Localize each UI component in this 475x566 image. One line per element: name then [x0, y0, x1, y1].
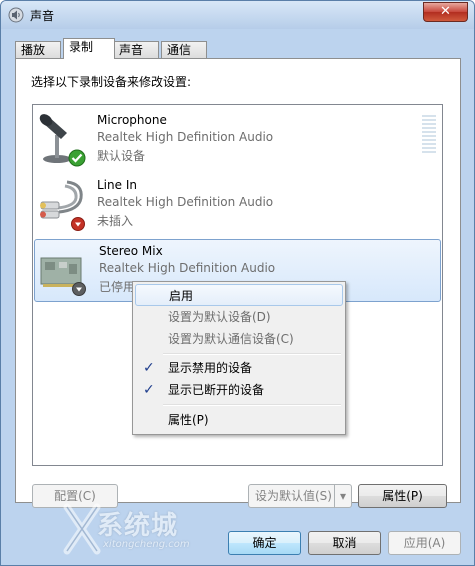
tab-recording[interactable]: 录制: [63, 38, 115, 59]
device-name: Microphone: [97, 113, 167, 127]
watermark-url: xitongcheng.com: [103, 539, 190, 550]
watermark-text: 系统城: [97, 511, 179, 541]
close-button[interactable]: ✕: [423, 2, 468, 22]
set-default-button[interactable]: 设为默认值(S) ▾: [248, 484, 352, 508]
menu-separator: [163, 404, 341, 406]
tab-sounds[interactable]: 声音: [113, 41, 159, 58]
apply-button[interactable]: 应用(A): [388, 531, 461, 555]
menu-item-set-default-comm[interactable]: 设置为默认通信设备(C): [135, 328, 343, 350]
device-driver: Realtek High Definition Audio: [97, 130, 274, 144]
close-icon: ✕: [440, 4, 451, 19]
instruction-text: 选择以下录制设备来修改设置:: [31, 75, 192, 89]
device-name: Stereo Mix: [99, 244, 163, 258]
menu-item-show-disconnected[interactable]: ✓ 显示已断开的设备: [135, 379, 343, 401]
checkmark-icon: ✓: [143, 382, 155, 398]
device-item-line-in[interactable]: Line In Realtek High Definition Audio 未插…: [33, 174, 442, 237]
device-name: Line In: [97, 178, 137, 192]
speaker-icon: [8, 7, 24, 23]
menu-item-set-default[interactable]: 设置为默认设备(D): [135, 306, 343, 328]
device-driver: Realtek High Definition Audio: [99, 261, 276, 275]
device-status: 默认设备: [97, 149, 146, 163]
gray-down-arrow-icon: [72, 282, 86, 296]
context-menu: 启用 设置为默认设备(D) 设置为默认通信设备(C) ✓ 显示禁用的设备 ✓ 显…: [132, 281, 346, 435]
sound-dialog: 声音 ✕ 播放 录制 声音 通信 选择以下录制设备来修改设置: Micropho…: [0, 0, 475, 566]
menu-item-properties[interactable]: 属性(P): [135, 409, 343, 431]
menu-item-enable[interactable]: 启用: [135, 284, 343, 306]
level-meter: [422, 115, 436, 153]
properties-button[interactable]: 属性(P): [358, 484, 447, 508]
red-down-arrow-icon: [71, 217, 85, 231]
device-driver: Realtek High Definition Audio: [97, 195, 274, 209]
checkmark-icon: ✓: [143, 360, 155, 376]
tab-playback[interactable]: 播放: [15, 41, 61, 58]
title-bar[interactable]: 声音 ✕: [1, 1, 474, 29]
window-title: 声音: [30, 9, 55, 23]
cancel-button[interactable]: 取消: [308, 531, 381, 555]
menu-item-show-disabled[interactable]: ✓ 显示禁用的设备: [135, 357, 343, 379]
configure-button[interactable]: 配置(C): [32, 484, 118, 508]
ok-button[interactable]: 确定: [228, 531, 301, 555]
dropdown-arrow-icon[interactable]: ▾: [334, 485, 351, 507]
device-status: 已停用: [99, 280, 136, 294]
tab-communications[interactable]: 通信: [161, 41, 207, 58]
watermark-emblem-icon: [63, 503, 101, 555]
green-check-icon: [68, 149, 86, 167]
device-status: 未插入: [97, 214, 134, 228]
watermark-logo: 系统城 xitongcheng.com: [57, 501, 207, 559]
device-item-microphone[interactable]: Microphone Realtek High Definition Audio…: [33, 109, 442, 172]
menu-separator: [163, 353, 341, 355]
